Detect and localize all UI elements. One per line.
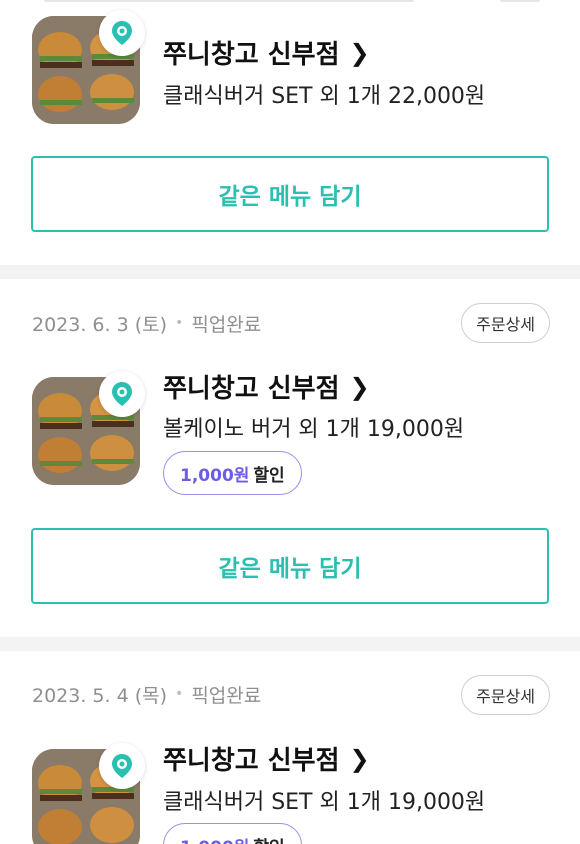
- order-meta: 2023. 6. 3 (토) • 픽업완료: [32, 303, 261, 343]
- section-divider: [0, 265, 580, 279]
- separator-dot: •: [175, 315, 184, 331]
- discount-amount: 1,000원: [180, 833, 249, 844]
- order-date: 2023. 6. 3 (토): [32, 313, 168, 336]
- order-detail-button[interactable]: 주문상세: [461, 303, 550, 343]
- chevron-right-icon: ❯: [349, 372, 370, 401]
- pickup-location-icon: [99, 10, 145, 56]
- discount-label: 할인: [253, 833, 284, 844]
- chevron-right-icon: ❯: [349, 744, 370, 773]
- order-card: 2023. 6. 3 (토) • 픽업완료 주문상세 쭈니창고 신부점 ❯ 볼케…: [0, 279, 580, 637]
- order-meta: 2023. 5. 4 (목) • 픽업완료: [32, 674, 261, 714]
- order-detail-button[interactable]: 주문상세: [461, 675, 550, 715]
- reorder-same-menu-button[interactable]: 같은 메뉴 담기: [31, 156, 549, 232]
- order-items-summary: 클래식버거 SET 외 1개 19,000원: [163, 790, 486, 815]
- store-name: 쭈니창고 신부점: [163, 374, 340, 404]
- order-status: 픽업완료: [191, 684, 262, 707]
- pickup-location-icon: [99, 371, 145, 417]
- scroll-edge: [44, 0, 414, 2]
- order-card: 2023. 5. 4 (목) • 픽업완료 주문상세 쭈니창고 신부점 ❯ 클래…: [0, 651, 580, 844]
- discount-badge: 1,000원 할인: [163, 823, 302, 844]
- discount-label: 할인: [253, 465, 285, 486]
- order-items-summary: 볼케이노 버거 외 1개 19,000원: [163, 417, 465, 442]
- pickup-location-icon: [99, 743, 145, 789]
- store-name-link[interactable]: 쭈니창고 신부점 ❯: [163, 368, 370, 405]
- store-name-link[interactable]: 쭈니창고 신부점 ❯: [163, 740, 370, 777]
- store-name-link[interactable]: 쭈니창고 신부점 ❯: [163, 34, 370, 71]
- order-date: 2023. 5. 4 (목): [32, 684, 168, 707]
- discount-amount: 1,000원: [180, 465, 250, 486]
- store-name: 쭈니창고 신부점: [163, 40, 340, 70]
- order-items-summary: 클래식버거 SET 외 1개 22,000원: [163, 84, 486, 109]
- discount-badge: 1,000원 할인: [163, 451, 302, 495]
- order-card: 쭈니창고 신부점 ❯ 클래식버거 SET 외 1개 22,000원 같은 메뉴 …: [0, 0, 580, 265]
- separator-dot: •: [175, 686, 184, 702]
- order-status: 픽업완료: [191, 313, 262, 336]
- section-divider: [0, 637, 580, 651]
- scroll-edge: [500, 0, 540, 2]
- reorder-same-menu-button[interactable]: 같은 메뉴 담기: [31, 528, 549, 604]
- store-name: 쭈니창고 신부점: [163, 746, 340, 776]
- chevron-right-icon: ❯: [349, 38, 370, 67]
